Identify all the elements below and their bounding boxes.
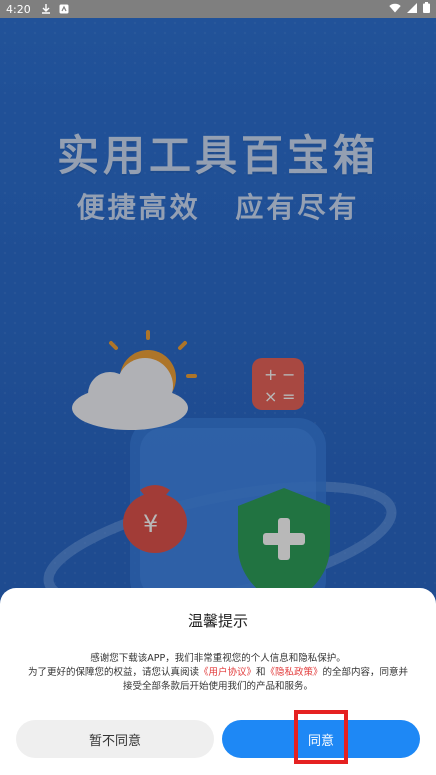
privacy-policy-link[interactable]: 《隐私政策》 bbox=[266, 667, 323, 678]
dialog-title: 温馨提示 bbox=[187, 612, 248, 630]
decline-button[interactable]: 暂不同意 bbox=[16, 720, 214, 758]
agree-highlight-box bbox=[294, 710, 348, 764]
privacy-consent-dialog: 温馨提示 感谢您下载该APP，我们非常重视您的个人信息和隐私保护。 为了更好的保… bbox=[0, 588, 436, 775]
body-line2-suffix: 的全部内容，同意并 bbox=[322, 667, 409, 678]
app-notification-icon bbox=[59, 4, 69, 14]
status-right-icons bbox=[389, 2, 430, 16]
body-line2-prefix: 为了更好的保障您的权益，请您认真阅读 bbox=[27, 667, 199, 678]
signal-icon bbox=[407, 2, 417, 16]
dialog-body-line1: 感谢您下载该APP，我们非常重视您的个人信息和隐私保护。 bbox=[90, 653, 346, 664]
dialog-body: 感谢您下载该APP，我们非常重视您的个人信息和隐私保护。 为了更好的保障您的权益… bbox=[16, 652, 420, 694]
dialog-body-line3: 接受全部条款后开始使用我们的产品和服务。 bbox=[122, 681, 313, 692]
status-bar: 4:20 bbox=[0, 0, 436, 18]
download-icon bbox=[41, 4, 51, 14]
and-text: 和 bbox=[255, 667, 266, 678]
status-time: 4:20 bbox=[6, 2, 31, 16]
user-agreement-link[interactable]: 《用户协议》 bbox=[199, 667, 256, 678]
dialog-body-line2: 为了更好的保障您的权益，请您认真阅读《用户协议》和《隐私政策》的全部内容，同意并 bbox=[16, 666, 420, 680]
battery-icon bbox=[423, 2, 430, 16]
wifi-icon bbox=[389, 3, 401, 16]
